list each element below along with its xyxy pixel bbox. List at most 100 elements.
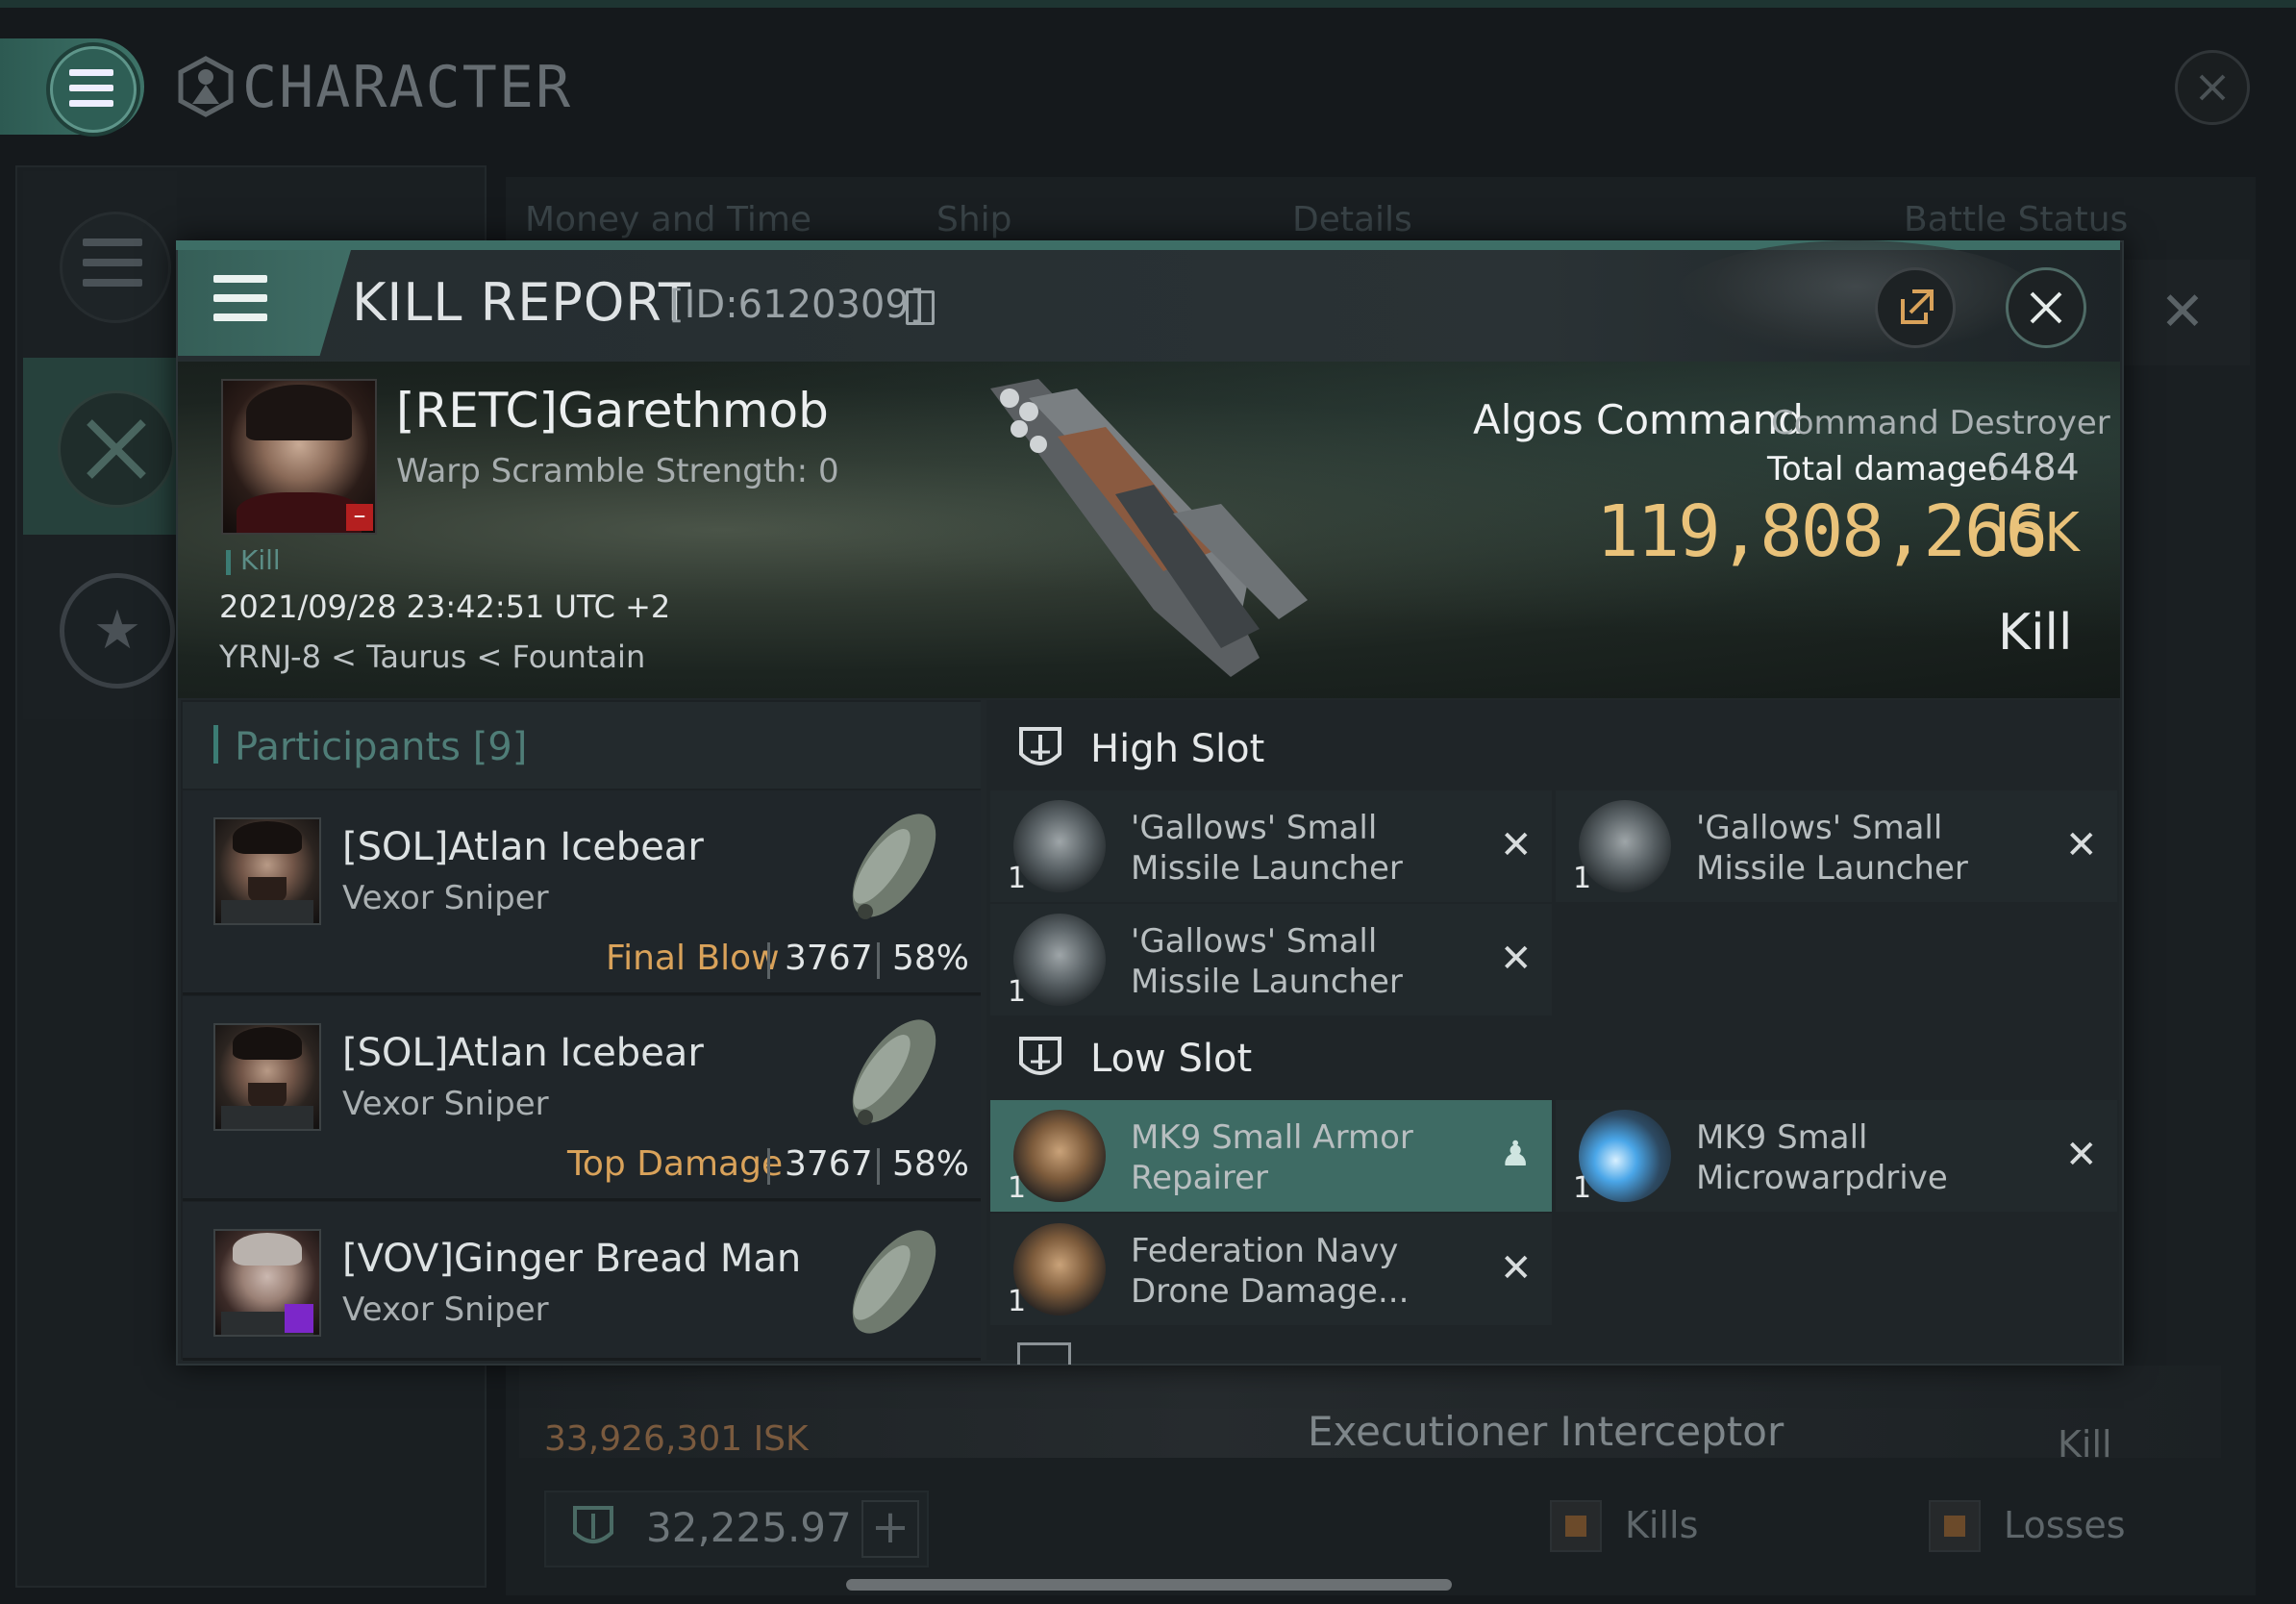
drone-damage-amplifier-icon: [1013, 1223, 1106, 1316]
module-quantity: 1: [1573, 1171, 1592, 1205]
character-icon: [178, 56, 234, 117]
destroyed-x-icon: ✕: [1500, 937, 1533, 981]
kill-report-id: [ID:6120309]: [669, 283, 925, 327]
close-character-button[interactable]: [2175, 50, 2250, 125]
participant-avatar[interactable]: [213, 1023, 321, 1131]
separator: [767, 942, 770, 979]
kill-result: Kill: [1998, 604, 2073, 662]
ship-name[interactable]: Algos Command: [1473, 396, 1804, 443]
losses-legend-label: Losses: [2004, 1504, 2126, 1546]
separator: [877, 942, 880, 979]
final-blow-tag: Final Blow: [606, 939, 780, 978]
page-title: CHARACTER: [242, 54, 573, 121]
close-kill-report-button[interactable]: [2006, 267, 2086, 348]
module-quantity: 1: [1008, 862, 1027, 895]
isk-unit: ISK: [1994, 502, 2080, 564]
crossed-swords-icon[interactable]: [58, 390, 175, 508]
losses-legend-swatch: [1929, 1500, 1981, 1552]
top-accent-line: [0, 0, 2296, 8]
kill-tag-marker: [226, 550, 231, 575]
separator: [877, 1148, 880, 1185]
destroyed-x-icon: ✕: [1500, 1246, 1533, 1291]
destroyed-x-icon: ✕: [2065, 823, 2098, 867]
hamburger-icon: [213, 275, 267, 325]
participants-marker: [213, 725, 218, 764]
high-slot-icon: [1019, 727, 1061, 765]
module-quantity: 1: [1008, 1285, 1027, 1318]
participant-ship-icon: [852, 1019, 936, 1125]
separator: [767, 1148, 770, 1185]
kill-tag: Kill: [240, 544, 281, 576]
participant-damage: 3767: [785, 939, 873, 978]
kill-datetime: 2021/09/28 23:42:51 UTC +2: [219, 589, 671, 625]
add-button[interactable]: +: [861, 1500, 919, 1558]
missile-launcher-icon: [1013, 800, 1106, 892]
participant-damage-percent: 58%: [892, 1144, 970, 1184]
wrench-icon: ✕: [2159, 281, 2206, 343]
list-icon: [83, 238, 142, 296]
kills-legend-label: Kills: [1625, 1504, 1699, 1546]
ship-class: Command Destroyer: [1771, 404, 2110, 442]
close-icon: [2030, 291, 2062, 324]
person-icon: ♟: [1500, 1135, 1532, 1174]
participant-ship: Vexor Sniper: [342, 1085, 549, 1123]
horizontal-scrollbar[interactable]: [846, 1579, 1452, 1591]
participant-name[interactable]: [VOV]Ginger Bread Man: [342, 1237, 801, 1281]
module-quantity: 1: [1008, 1171, 1027, 1205]
planet-decoration: [1673, 240, 2038, 356]
external-link-icon: [1901, 289, 1934, 324]
module-quantity: 1: [1008, 975, 1027, 1009]
top-damage-tag: Top Damage: [567, 1144, 784, 1184]
participant-badge: [285, 1304, 313, 1333]
kill-location[interactable]: YRNJ-8 < Taurus < Fountain: [219, 639, 645, 675]
kill-report-title: KILL REPORT: [352, 272, 691, 333]
participant-damage-percent: 58%: [892, 939, 970, 978]
victim-standing-badge: –: [346, 503, 373, 531]
module-name: Federation Navy Drone Damage...: [1131, 1232, 1410, 1311]
low-slot-icon: [1019, 1037, 1061, 1075]
background-row-status: Kill: [2058, 1423, 2112, 1466]
total-damage-value: 6484: [1986, 446, 2080, 489]
destroyed-x-icon: ✕: [1500, 823, 1533, 867]
close-icon: [2199, 74, 2226, 101]
module-quantity: 1: [1573, 862, 1592, 895]
high-slot-label: High Slot: [1090, 727, 1265, 771]
victim-ship-render[interactable]: [971, 369, 1356, 687]
background-row-isk: 33,926,301 ISK: [544, 1419, 809, 1459]
module-name: MK9 Small Armor Repairer: [1131, 1118, 1413, 1197]
background-row-ship: Executioner Interceptor: [1308, 1408, 1784, 1455]
kills-legend-swatch: [1550, 1500, 1602, 1552]
tab-ship[interactable]: Ship: [936, 200, 1012, 239]
armor-repairer-icon: [1013, 1110, 1106, 1202]
participant-avatar[interactable]: [213, 817, 321, 925]
module-name: 'Gallows' Small Missile Launcher: [1131, 809, 1403, 888]
tab-details[interactable]: Details: [1292, 200, 1412, 239]
bottom-value: 32,225.97: [646, 1504, 852, 1551]
participant-ship: Vexor Sniper: [342, 1291, 549, 1329]
participant-name[interactable]: [SOL]Atlan Icebear: [342, 825, 704, 869]
module-name: 'Gallows' Small Missile Launcher: [1131, 922, 1403, 1001]
low-slot-label: Low Slot: [1090, 1037, 1253, 1081]
participants-title: Participants [9]: [235, 725, 528, 769]
module-name: MK9 Small Microwarpdrive: [1696, 1118, 1948, 1197]
isk-value: 119,808,266: [1596, 490, 2048, 573]
missile-launcher-icon: [1579, 800, 1671, 892]
copy-icon[interactable]: [906, 290, 935, 325]
participant-ship-icon: [852, 1230, 936, 1334]
participant-ship-icon: [852, 814, 936, 919]
helmet-icon: [573, 1506, 613, 1543]
star-icon[interactable]: ★: [60, 573, 175, 689]
destroyed-x-icon: ✕: [2065, 1133, 2098, 1177]
fitting-tool-button[interactable]: ✕: [2115, 260, 2250, 365]
total-damage-label: Total damage:: [1767, 450, 1999, 489]
warp-scramble-strength: Warp Scramble Strength: 0: [396, 452, 839, 490]
victim-name[interactable]: [RETC]Garethmob: [396, 383, 829, 439]
tab-battle-status[interactable]: Battle Status: [1904, 200, 2128, 239]
participant-name[interactable]: [SOL]Atlan Icebear: [342, 1031, 704, 1075]
participant-damage: 3767: [785, 1144, 873, 1184]
tab-money-and-time[interactable]: Money and Time: [525, 200, 811, 239]
missile-launcher-icon: [1013, 914, 1106, 1006]
module-name: 'Gallows' Small Missile Launcher: [1696, 809, 1968, 888]
share-button[interactable]: [1875, 267, 1956, 348]
participant-ship: Vexor Sniper: [342, 879, 549, 917]
